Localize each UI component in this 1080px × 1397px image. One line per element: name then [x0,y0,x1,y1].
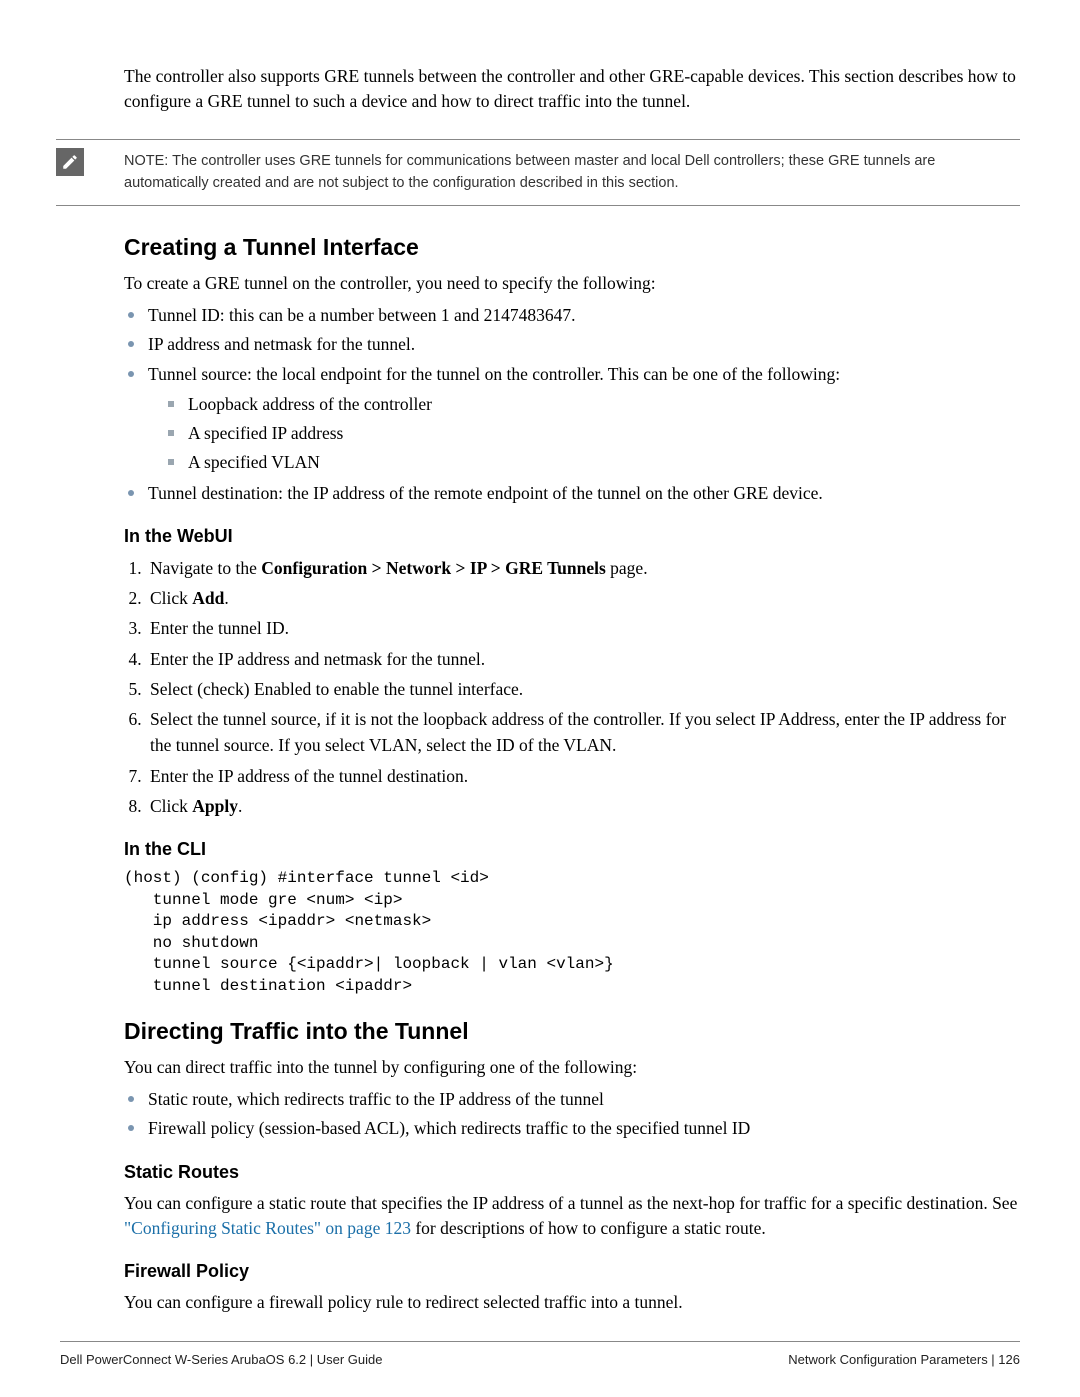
list-item-text: Tunnel source: the local endpoint for th… [148,364,840,384]
step-text: . [224,588,228,608]
heading-directing-traffic: Directing Traffic into the Tunnel [124,1018,1020,1045]
step-text: page. [606,558,648,578]
note-body: The controller uses GRE tunnels for comm… [124,153,935,191]
step: Enter the tunnel ID. [146,615,1020,641]
heading-webui: In the WebUI [124,526,1020,547]
text: You can configure a static route that sp… [124,1193,1017,1213]
static-routes-text: You can configure a static route that sp… [124,1191,1020,1242]
step: Click Apply. [146,793,1020,819]
list-item: Tunnel source: the local endpoint for th… [124,361,1020,476]
heading-cli: In the CLI [124,839,1020,860]
step: Enter the IP address and netmask for the… [146,646,1020,672]
list-item: Firewall policy (session-based ACL), whi… [124,1115,1020,1141]
step-text: . [238,796,242,816]
list-item: A specified IP address [166,420,1020,446]
step-bold: Add [192,588,224,608]
webui-steps: Navigate to the Configuration > Network … [124,555,1020,819]
heading-static-routes: Static Routes [124,1162,1020,1183]
step: Navigate to the Configuration > Network … [146,555,1020,581]
list-item: IP address and netmask for the tunnel. [124,331,1020,357]
sec1-intro: To create a GRE tunnel on the controller… [124,271,1020,296]
step-bold: Apply [192,796,238,816]
list-item: Static route, which redirects traffic to… [124,1086,1020,1112]
note-icon [56,148,84,176]
footer-left: Dell PowerConnect W-Series ArubaOS 6.2 |… [60,1352,383,1367]
heading-firewall-policy: Firewall Policy [124,1261,1020,1282]
note-label: NOTE: [124,153,168,169]
sec1-bullets: Tunnel ID: this can be a number between … [124,302,1020,506]
list-item: Loopback address of the controller [166,391,1020,417]
sec2-intro: You can direct traffic into the tunnel b… [124,1055,1020,1080]
list-item: Tunnel destination: the IP address of th… [124,480,1020,506]
step-text: Click [150,588,192,608]
cli-block: (host) (config) #interface tunnel <id> t… [124,868,1020,998]
step: Click Add. [146,585,1020,611]
note-text: NOTE: The controller uses GRE tunnels fo… [124,150,1020,195]
step-text: Navigate to the [150,558,261,578]
list-item: Tunnel ID: this can be a number between … [124,302,1020,328]
step: Enter the IP address of the tunnel desti… [146,763,1020,789]
step-bold: Configuration > Network > IP > GRE Tunne… [261,558,606,578]
footer-right: Network Configuration Parameters | 126 [788,1352,1020,1367]
link-configuring-static-routes[interactable]: "Configuring Static Routes" on page 123 [124,1218,411,1238]
page-content: The controller also supports GRE tunnels… [0,0,1080,1316]
sec1-sub-bullets: Loopback address of the controller A spe… [166,391,1020,476]
list-item: A specified VLAN [166,449,1020,475]
page-footer: Dell PowerConnect W-Series ArubaOS 6.2 |… [60,1341,1020,1367]
text: for descriptions of how to configure a s… [411,1218,766,1238]
firewall-policy-text: You can configure a firewall policy rule… [124,1290,1020,1315]
sec2-bullets: Static route, which redirects traffic to… [124,1086,1020,1142]
step-text: Click [150,796,192,816]
heading-creating-tunnel: Creating a Tunnel Interface [124,234,1020,261]
step: Select the tunnel source, if it is not t… [146,706,1020,759]
step: Select (check) Enabled to enable the tun… [146,676,1020,702]
intro-paragraph: The controller also supports GRE tunnels… [124,64,1020,115]
note-box: NOTE: The controller uses GRE tunnels fo… [56,139,1020,206]
